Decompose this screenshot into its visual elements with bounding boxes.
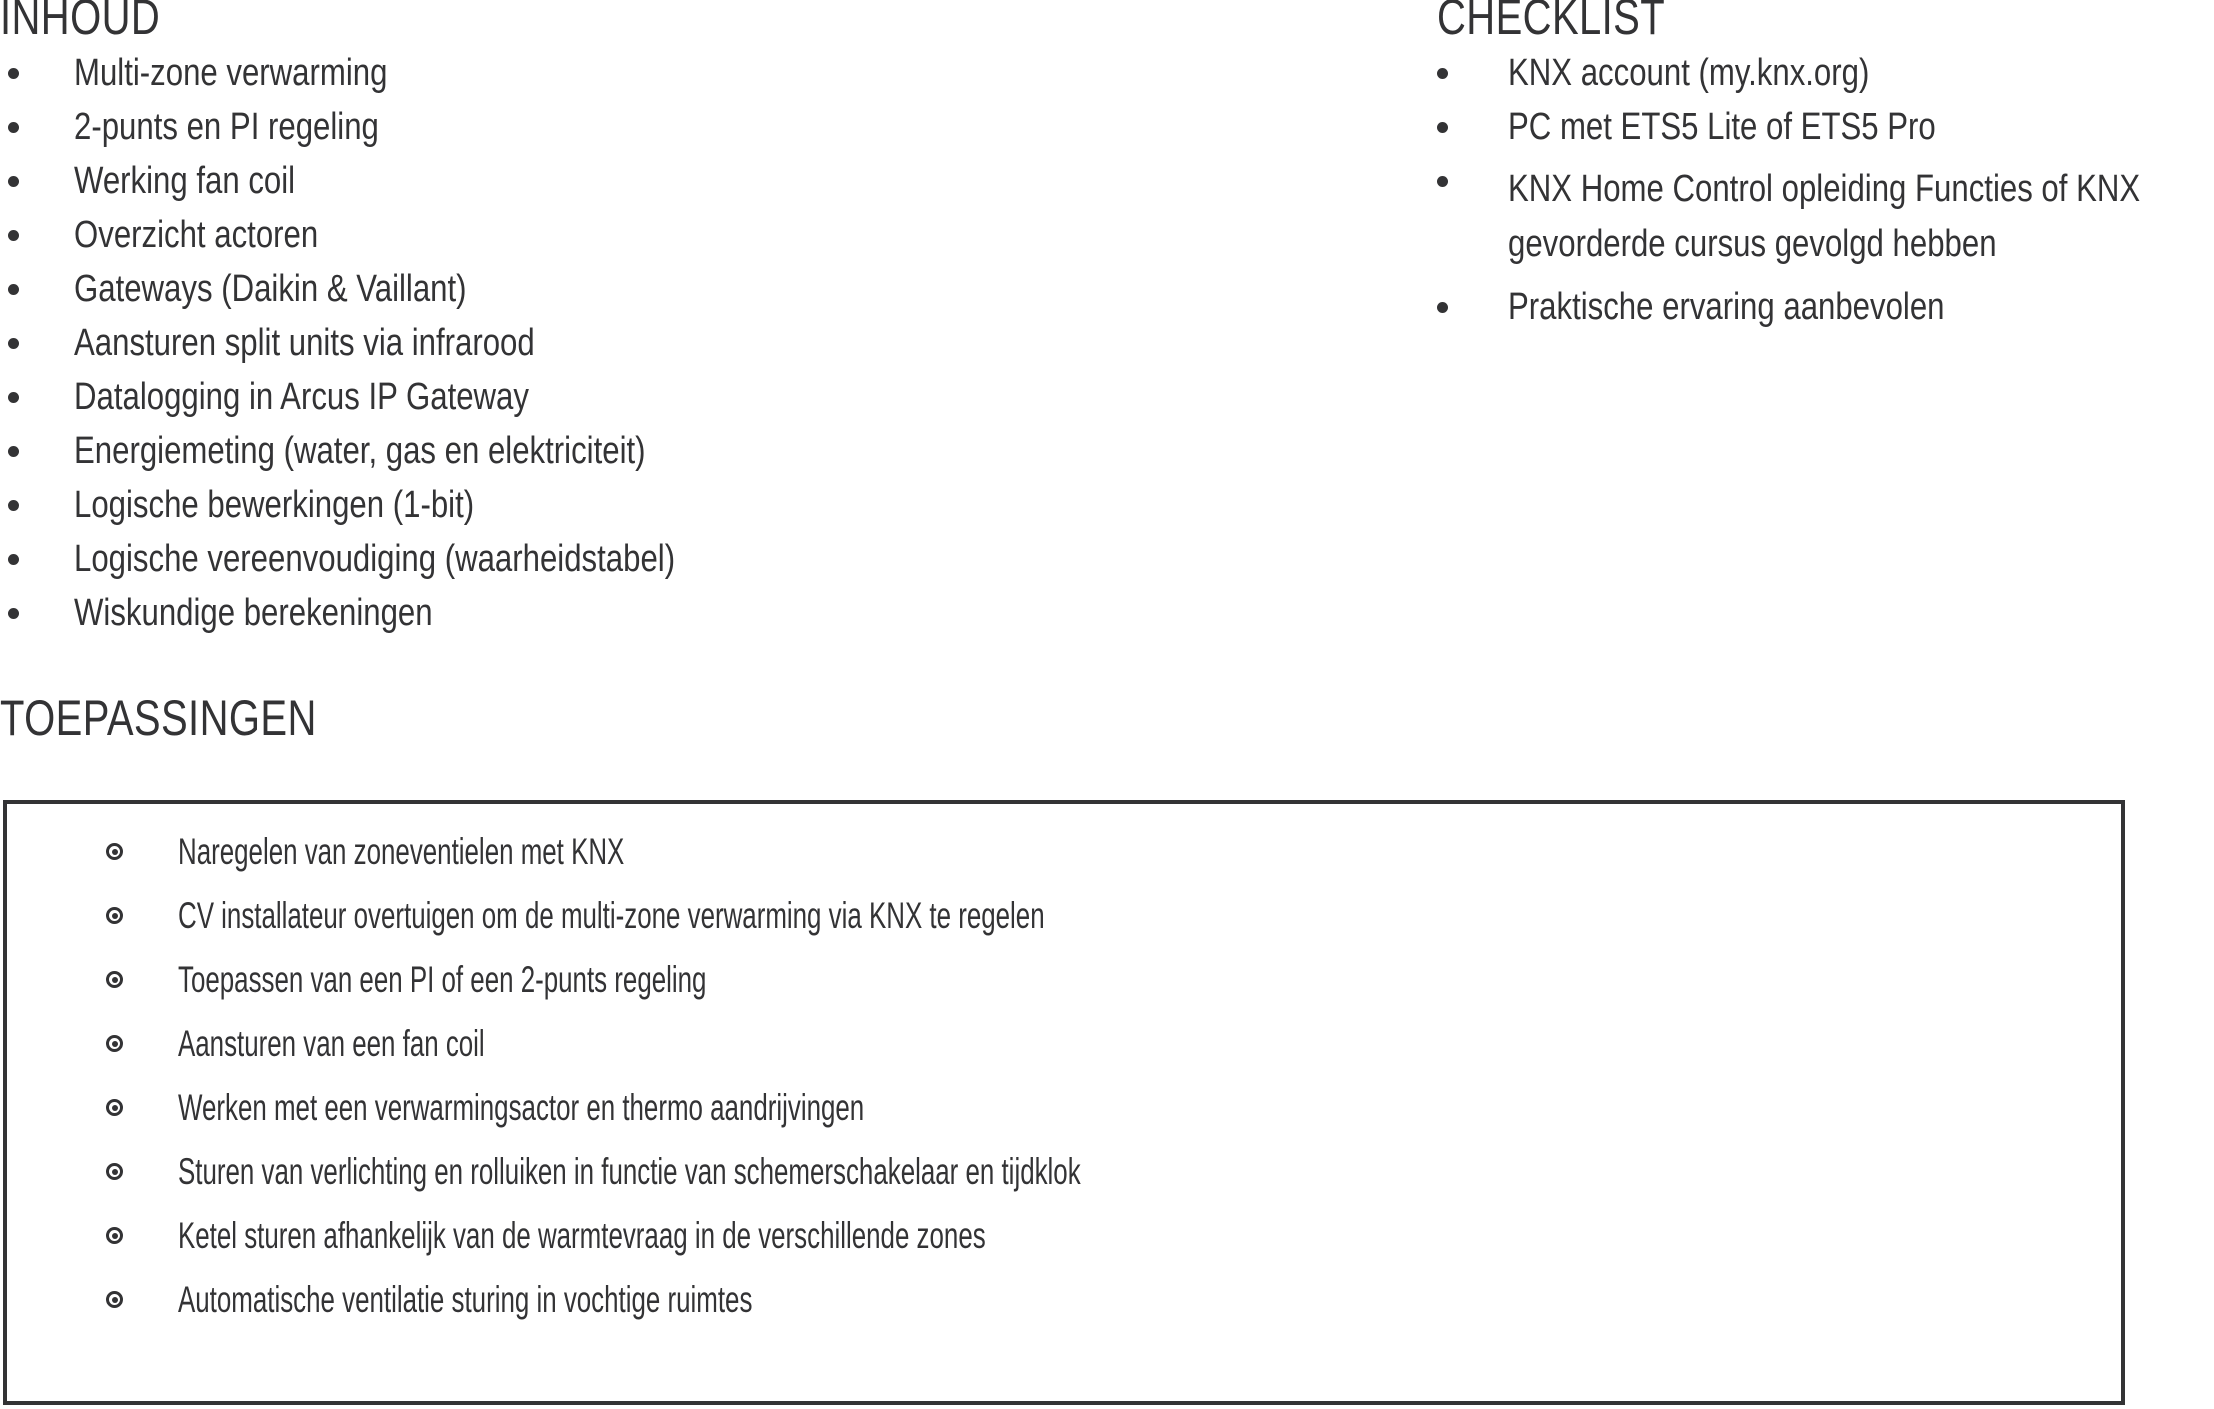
list-item-label: Gateways (Daikin & Vaillant)	[74, 268, 467, 310]
ring-bullet-icon	[106, 907, 123, 924]
ring-bullet-icon	[106, 1291, 123, 1308]
ring-bullet-icon	[106, 843, 123, 860]
list-item: Automatische ventilatie sturing in vocht…	[106, 1280, 2056, 1324]
bullet-dot-icon	[8, 230, 19, 241]
list-item-label: Naregelen van zoneventielen met KNX	[178, 831, 625, 872]
bullet-dot-icon	[8, 68, 19, 79]
list-item-label: Energiemeting (water, gas en elektricite…	[74, 430, 646, 472]
list-item-label: Sturen van verlichting en rolluiken in f…	[178, 1151, 1081, 1192]
toepassingen-list: Naregelen van zoneventielen met KNX CV i…	[106, 832, 2056, 1344]
inhoud-list: Multi-zone verwarming 2-punts en PI rege…	[8, 54, 1308, 632]
bullet-dot-icon	[8, 392, 19, 403]
list-item-label: Logische vereenvoudiging (waarheidstabel…	[74, 538, 676, 580]
list-item-label: Praktische ervaring aanbevolen	[1508, 286, 1945, 328]
list-item-label: Logische bewerkingen (1-bit)	[74, 484, 475, 526]
bullet-dot-icon	[8, 338, 19, 349]
list-item-label: Werken met een verwarmingsactor en therm…	[178, 1087, 865, 1128]
checklist-heading: CHECKLIST	[1437, 0, 1666, 45]
list-item-label: Wiskundige berekeningen	[74, 592, 433, 634]
list-item: Logische vereenvoudiging (waarheidstabel…	[8, 540, 1308, 578]
list-item: Praktische ervaring aanbevolen	[1437, 288, 2214, 326]
list-item-label: Automatische ventilatie sturing in vocht…	[178, 1279, 753, 1320]
list-item: Aansturen van een fan coil	[106, 1024, 2056, 1068]
inhoud-heading: INHOUD	[0, 0, 161, 45]
toepassingen-heading: TOEPASSINGEN	[0, 690, 317, 746]
list-item-label: Werking fan coil	[74, 160, 296, 202]
list-item: Overzicht actoren	[8, 216, 1308, 254]
toepassingen-box: Naregelen van zoneventielen met KNX CV i…	[3, 800, 2125, 1405]
checklist-list: KNX account (my.knx.org) PC met ETS5 Lit…	[1437, 54, 2214, 326]
ring-bullet-icon	[106, 1035, 123, 1052]
list-item: Gateways (Daikin & Vaillant)	[8, 270, 1308, 308]
bullet-dot-icon	[1437, 176, 1448, 187]
list-item: Energiemeting (water, gas en elektricite…	[8, 432, 1308, 470]
bullet-dot-icon	[8, 608, 19, 619]
ring-bullet-icon	[106, 1227, 123, 1244]
list-item: Werken met een verwarmingsactor en therm…	[106, 1088, 2056, 1132]
list-item-label: Ketel sturen afhankelijk van de warmtevr…	[178, 1215, 986, 1256]
bullet-dot-icon	[8, 122, 19, 133]
list-item-label: Toepassen van een PI of een 2-punts rege…	[178, 959, 707, 1000]
bullet-dot-icon	[8, 446, 19, 457]
list-item: Datalogging in Arcus IP Gateway	[8, 378, 1308, 416]
list-item: Multi-zone verwarming	[8, 54, 1308, 92]
list-item: Werking fan coil	[8, 162, 1308, 200]
list-item: Ketel sturen afhankelijk van de warmtevr…	[106, 1216, 2056, 1260]
bullet-dot-icon	[1437, 122, 1448, 133]
list-item: 2-punts en PI regeling	[8, 108, 1308, 146]
bullet-dot-icon	[8, 554, 19, 565]
list-item-label: KNX Home Control opleiding Functies of K…	[1508, 168, 2141, 265]
list-item-label: KNX account (my.knx.org)	[1508, 52, 1870, 94]
bullet-dot-icon	[1437, 68, 1448, 79]
list-item-label: PC met ETS5 Lite of ETS5 Pro	[1508, 106, 1936, 148]
ring-bullet-icon	[106, 971, 123, 988]
list-item: Sturen van verlichting en rolluiken in f…	[106, 1152, 2056, 1196]
list-item: PC met ETS5 Lite of ETS5 Pro	[1437, 108, 2214, 146]
list-item: KNX account (my.knx.org)	[1437, 54, 2214, 92]
list-item-label: Overzicht actoren	[74, 214, 319, 256]
list-item: KNX Home Control opleiding Functies of K…	[1437, 162, 2214, 272]
list-item: Naregelen van zoneventielen met KNX	[106, 832, 2056, 876]
list-item-label: Aansturen split units via infrarood	[74, 322, 535, 364]
list-item-label: Multi-zone verwarming	[74, 52, 388, 94]
list-item: Toepassen van een PI of een 2-punts rege…	[106, 960, 2056, 1004]
bullet-dot-icon	[1437, 302, 1448, 313]
list-item-label: Datalogging in Arcus IP Gateway	[74, 376, 529, 418]
list-item-label: Aansturen van een fan coil	[178, 1023, 485, 1064]
bullet-dot-icon	[8, 284, 19, 295]
list-item: CV installateur overtuigen om de multi-z…	[106, 896, 2056, 940]
list-item: Logische bewerkingen (1-bit)	[8, 486, 1308, 524]
list-item: Aansturen split units via infrarood	[8, 324, 1308, 362]
bullet-dot-icon	[8, 500, 19, 511]
ring-bullet-icon	[106, 1163, 123, 1180]
bullet-dot-icon	[8, 176, 19, 187]
list-item-label: 2-punts en PI regeling	[74, 106, 379, 148]
ring-bullet-icon	[106, 1099, 123, 1116]
list-item-label: CV installateur overtuigen om de multi-z…	[178, 895, 1045, 936]
list-item: Wiskundige berekeningen	[8, 594, 1308, 632]
